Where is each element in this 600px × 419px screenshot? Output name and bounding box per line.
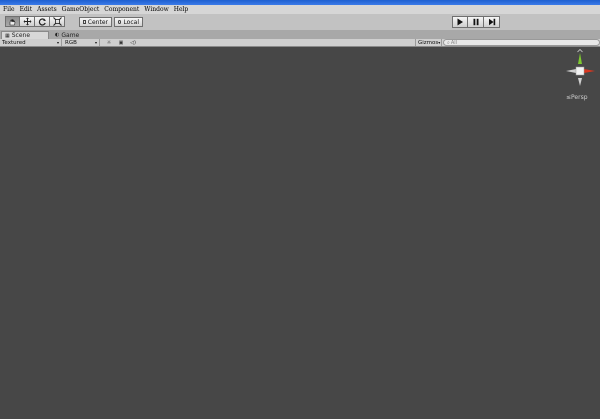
color-mode-value: RGB [65, 39, 77, 46]
menu-component[interactable]: Component [101, 5, 141, 14]
render-mode-value: Textured [2, 39, 26, 46]
play-button[interactable] [452, 16, 468, 28]
pivot-icon [83, 20, 86, 24]
rotate-tool-button[interactable] [35, 16, 50, 27]
dropdown-arrow-icon: ▾ [438, 40, 441, 45]
pause-button[interactable] [468, 16, 484, 28]
scene-options-bar: Textured ▾ RGB ▾ ☼ ▣ ◁) Gizmos ▾ ⌕ All [0, 39, 600, 47]
menu-help[interactable]: Help [171, 5, 191, 14]
menu-bar: File Edit Assets GameObject Component Wi… [0, 5, 600, 14]
playback-controls [452, 16, 500, 28]
step-button[interactable] [484, 16, 500, 28]
transform-tools [5, 16, 65, 27]
game-tab-icon: ◐ [55, 32, 60, 38]
menu-edit[interactable]: Edit [17, 5, 35, 14]
scene-viewport[interactable] [0, 47, 600, 419]
step-icon [488, 18, 495, 26]
image-effects-icon[interactable]: ▣ [117, 40, 125, 46]
scene-tab-icon: ▦ [5, 32, 10, 39]
menu-assets[interactable]: Assets [34, 5, 59, 14]
dropdown-arrow-icon: ▾ [56, 40, 59, 45]
search-icon: ⌕ [447, 39, 450, 46]
hand-icon [9, 18, 16, 25]
gizmos-dropdown[interactable]: Gizmos ▾ [415, 39, 442, 46]
menu-window[interactable]: Window [141, 5, 170, 14]
search-placeholder: All [450, 39, 458, 46]
pivot-toggle-button[interactable]: Center [79, 17, 112, 27]
scale-icon [52, 17, 62, 26]
scale-tool-button[interactable] [50, 16, 65, 27]
audio-toggle-icon[interactable]: ◁) [129, 40, 137, 46]
scene-search-input[interactable]: ⌕ All [443, 39, 600, 46]
view-tab-bar: ▦ Scene ◐ Game [0, 30, 600, 39]
tab-game[interactable]: ◐ Game [52, 31, 88, 39]
menu-gameobject[interactable]: GameObject [59, 5, 102, 14]
tab-scene-label: Scene [11, 32, 31, 39]
lighting-toggle-icon[interactable]: ☼ [105, 40, 113, 46]
projection-text: Persp [571, 94, 588, 101]
menu-file[interactable]: File [0, 5, 17, 14]
move-tool-button[interactable] [20, 16, 35, 27]
orientation-gizmo-icon[interactable] [562, 49, 598, 89]
projection-label[interactable]: ≤Persp [566, 94, 588, 101]
local-space-icon [118, 20, 122, 24]
tab-scene[interactable]: ▦ Scene [1, 31, 49, 39]
play-icon [457, 18, 463, 26]
main-toolbar: Center Local [0, 14, 600, 30]
color-mode-dropdown[interactable]: RGB ▾ [63, 39, 100, 46]
space-toggle-button[interactable]: Local [114, 17, 143, 27]
hand-tool-button[interactable] [5, 16, 20, 27]
pivot-label: Center [87, 18, 108, 26]
render-mode-dropdown[interactable]: Textured ▾ [0, 39, 62, 46]
pause-icon [473, 18, 478, 26]
space-label: Local [123, 18, 139, 26]
gizmos-label: Gizmos [418, 39, 439, 46]
tab-game-label: Game [61, 31, 80, 39]
rotate-icon [38, 18, 46, 26]
dropdown-arrow-icon: ▾ [94, 40, 97, 45]
move-icon [23, 17, 31, 26]
